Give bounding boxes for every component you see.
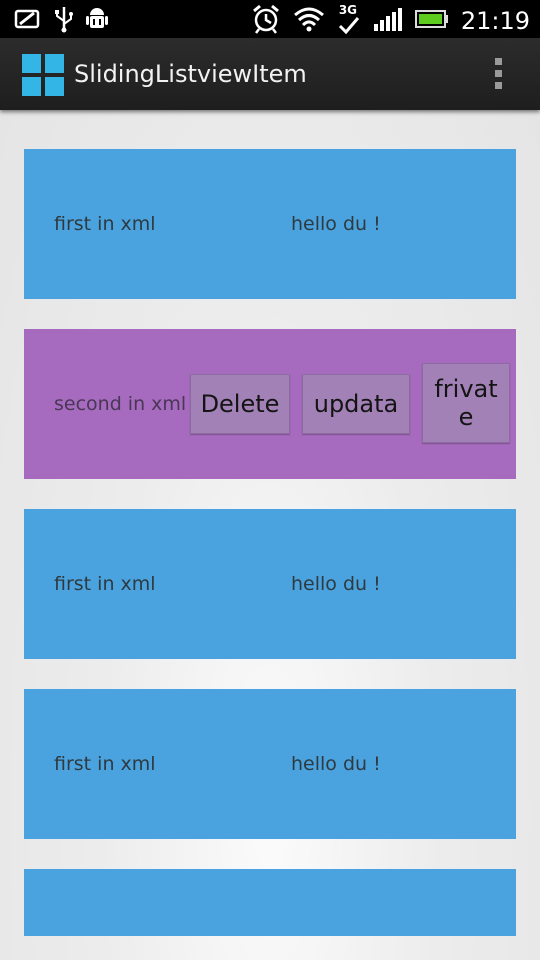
item-left-text: first in xml <box>54 753 156 775</box>
item-right-text: hello du ! <box>291 573 381 595</box>
list-item[interactable] <box>24 869 516 936</box>
signal-icon <box>373 6 403 36</box>
item-left-text: second in xml <box>54 393 187 415</box>
usb-icon <box>54 5 74 37</box>
list-item[interactable]: first in xml hello du ! <box>24 689 516 839</box>
app-title: SlidingListviewItem <box>74 60 307 88</box>
battery-icon <box>414 9 449 33</box>
action-bar: SlidingListviewItem <box>0 38 540 110</box>
screenshot-icon <box>14 7 42 35</box>
list-item-swiped[interactable]: second in xml Delete updata frivat e <box>24 329 516 479</box>
wifi-icon <box>293 6 325 36</box>
status-bar: 3G 21:19 <box>0 0 540 38</box>
alarm-icon <box>251 4 281 38</box>
overflow-menu-icon[interactable] <box>490 58 506 92</box>
list-item[interactable]: first in xml hello du ! <box>24 149 516 299</box>
item-left-text: first in xml <box>54 573 156 595</box>
updata-button[interactable]: updata <box>302 374 410 434</box>
app-icon[interactable] <box>22 54 64 100</box>
delete-button[interactable]: Delete <box>190 374 290 434</box>
status-time: 21:19 <box>460 7 530 35</box>
item-left-text: first in xml <box>54 213 156 235</box>
android-debug-icon <box>86 5 108 37</box>
frivate-button[interactable]: frivat e <box>422 363 510 443</box>
list-item[interactable]: first in xml hello du ! <box>24 509 516 659</box>
item-right-text: hello du ! <box>291 213 381 235</box>
item-right-text: hello du ! <box>291 753 381 775</box>
network-3g-icon: 3G <box>337 3 361 36</box>
